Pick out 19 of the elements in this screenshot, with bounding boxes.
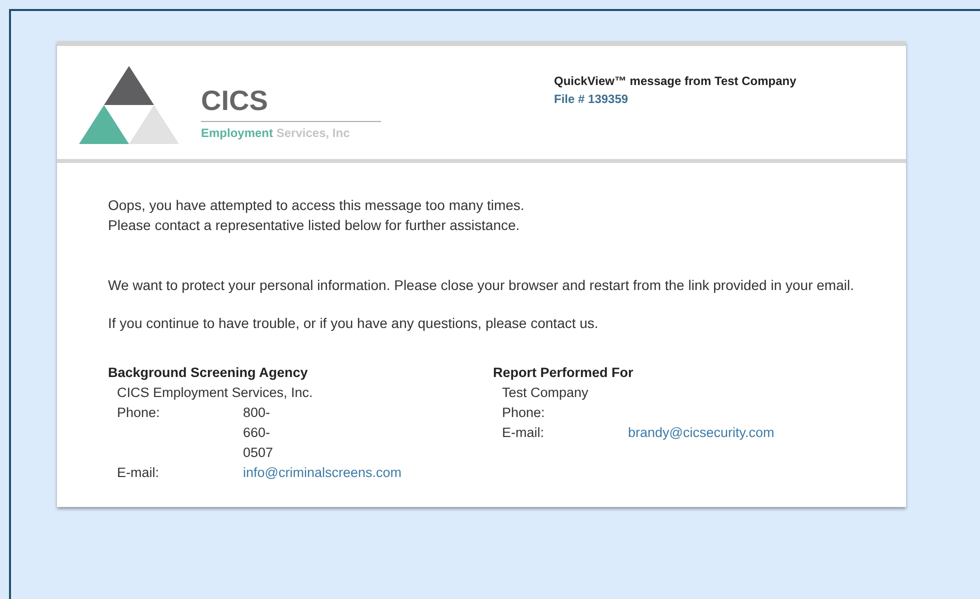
message-title: QuickView™ message from Test Company	[554, 74, 798, 88]
email-link[interactable]: info@criminalscreens.com	[243, 463, 402, 483]
email-link[interactable]: brandy@cicsecurity.com	[628, 423, 774, 443]
contact-heading: Report Performed For	[493, 364, 634, 382]
message-text: Oops, you have attempted to access this message too many times.	[108, 196, 526, 215]
message-text: Please contact a representative listed below for further assistance.	[108, 216, 521, 235]
field-value: 800-660-0507	[243, 404, 274, 462]
message-text: We want to protect your personal information. Please close your browser and restart from the link provided in your email.	[108, 276, 855, 295]
contact-heading: Background Screening Agency	[108, 364, 309, 382]
contact-name: Test Company	[501, 384, 590, 402]
field-label: E-mail:	[117, 464, 160, 482]
field-label: Phone:	[117, 404, 161, 422]
field-label: E-mail:	[502, 424, 546, 442]
logo-tagline: Employment Services, Inc	[201, 126, 351, 140]
logo-name: CICS	[201, 85, 381, 122]
file-number: File # 139359	[554, 92, 630, 106]
contact-name: CICS Employment Services, Inc.	[116, 384, 314, 402]
field-label: Phone:	[502, 404, 546, 422]
message-text: If you continue to have trouble, or if you have any questions, please contact us.	[108, 314, 600, 333]
